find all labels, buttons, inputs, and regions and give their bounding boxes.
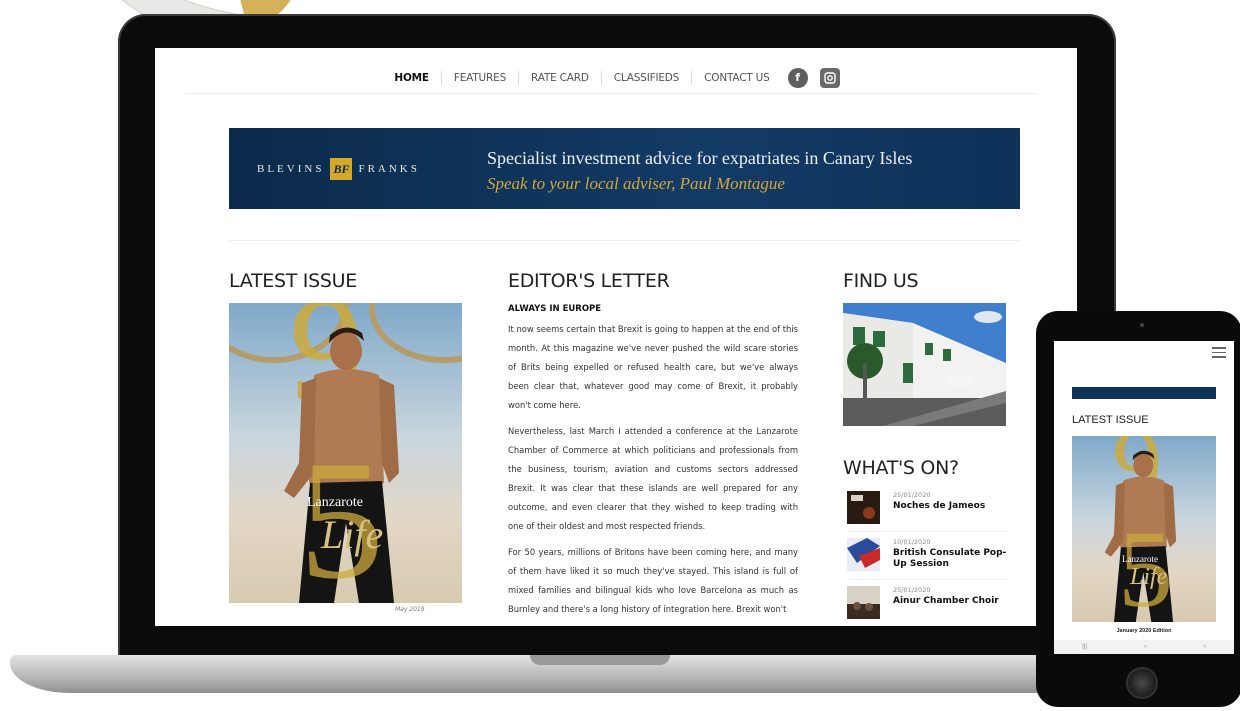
cover-caption: May 2019	[395, 606, 425, 613]
event-date: 25/01/2020	[893, 491, 931, 499]
android-nav-bar: ||| ○ ‹	[1054, 640, 1234, 654]
nav-classifieds[interactable]: CLASSIFIEDS	[602, 72, 691, 84]
tablet-camera	[1140, 323, 1144, 327]
blevins-franks-logo: BLEVINS BF FRANKS	[257, 158, 420, 180]
event-title: British Consulate Pop-Up Session	[893, 548, 1007, 569]
logo-text-left: BLEVINS	[257, 163, 325, 175]
logo-mark: BF	[330, 158, 353, 180]
section-divider	[229, 240, 1020, 241]
street-scene-image	[843, 303, 1006, 426]
laptop-notch	[530, 655, 670, 665]
editors-letter-subtitle: ALWAYS IN EUROPE	[508, 304, 602, 314]
event-thumbnail	[847, 491, 880, 524]
magazine-cover[interactable]: 9 5 Lanzarote Life	[229, 303, 462, 603]
event-thumbnail	[847, 586, 880, 619]
tablet-screen: LATEST ISSUE 9 5 Lanzarote Life January …	[1054, 341, 1234, 654]
event-date: 10/01/2020	[893, 538, 931, 546]
event-item[interactable]: 25/01/2020 Noches de Jameos	[847, 491, 1012, 531]
event-date: 25/01/2020	[893, 586, 931, 594]
event-title: Ainur Chamber Choir	[893, 596, 999, 606]
find-us-title: FIND US	[843, 270, 919, 292]
event-separator	[847, 579, 1007, 580]
event-title: Noches de Jameos	[893, 501, 986, 511]
tablet-home-button[interactable]	[1126, 667, 1158, 699]
laptop-screen: HOME FEATURES RATE CARD CLASSIFIEDS CONT…	[155, 48, 1077, 626]
editors-letter-paragraph: It now seems certain that Brexit is goin…	[508, 324, 798, 410]
nav-home[interactable]: HOME	[382, 72, 441, 84]
nav-features[interactable]: FEATURES	[442, 72, 518, 84]
tablet-advert-banner[interactable]	[1072, 387, 1216, 399]
whats-on-title: WHAT'S ON?	[843, 457, 959, 479]
tablet-cover-life: Life	[1130, 564, 1168, 590]
tablet-cover-caption: January 2020 Edition	[1116, 628, 1172, 634]
advert-banner[interactable]: BLEVINS BF FRANKS Specialist investment …	[229, 128, 1020, 209]
cover-life: Life	[321, 512, 384, 557]
hamburger-menu-icon[interactable]	[1212, 347, 1226, 361]
editors-letter-title: EDITOR'S LETTER	[508, 270, 670, 292]
latest-issue-title: LATEST ISSUE	[229, 270, 357, 292]
nav-contact-us[interactable]: CONTACT US	[692, 72, 781, 84]
banner-headline: Specialist investment advice for expatri…	[487, 148, 913, 168]
home-circle-icon[interactable]: ○	[1144, 644, 1148, 650]
editors-letter-body: It now seems certain that Brexit is goin…	[508, 320, 798, 626]
tablet-latest-issue-title: LATEST ISSUE	[1072, 414, 1149, 426]
logo-text-right: FRANKS	[358, 163, 420, 175]
editors-letter-paragraph: For 50 years, millions of Britons have b…	[508, 547, 798, 614]
back-icon[interactable]: ‹	[1204, 644, 1206, 650]
recent-apps-icon[interactable]: |||	[1082, 644, 1087, 650]
event-thumbnail	[847, 538, 880, 571]
banner-tagline: Speak to your local adviser, Paul Montag…	[487, 174, 785, 193]
editors-letter-paragraph: Nevertheless, last March I attended a co…	[508, 426, 798, 531]
nav-rate-card[interactable]: RATE CARD	[519, 72, 601, 84]
tablet-cover-brand: Lanzarote	[1122, 554, 1158, 564]
event-separator	[847, 531, 1007, 532]
main-nav: HOME FEATURES RATE CARD CLASSIFIEDS CONT…	[185, 62, 1037, 94]
find-us-photo[interactable]	[843, 303, 1006, 426]
event-item[interactable]: 10/01/2020 British Consulate Pop-Up Sess…	[847, 538, 1012, 578]
tablet-magazine-cover[interactable]: 9 5 Lanzarote Life	[1072, 436, 1216, 622]
instagram-icon[interactable]	[819, 67, 840, 88]
event-item[interactable]: 25/01/2020 Ainur Chamber Choir	[847, 586, 1012, 626]
cover-brand: Lanzarote	[307, 495, 363, 510]
facebook-icon[interactable]: f	[787, 67, 808, 88]
